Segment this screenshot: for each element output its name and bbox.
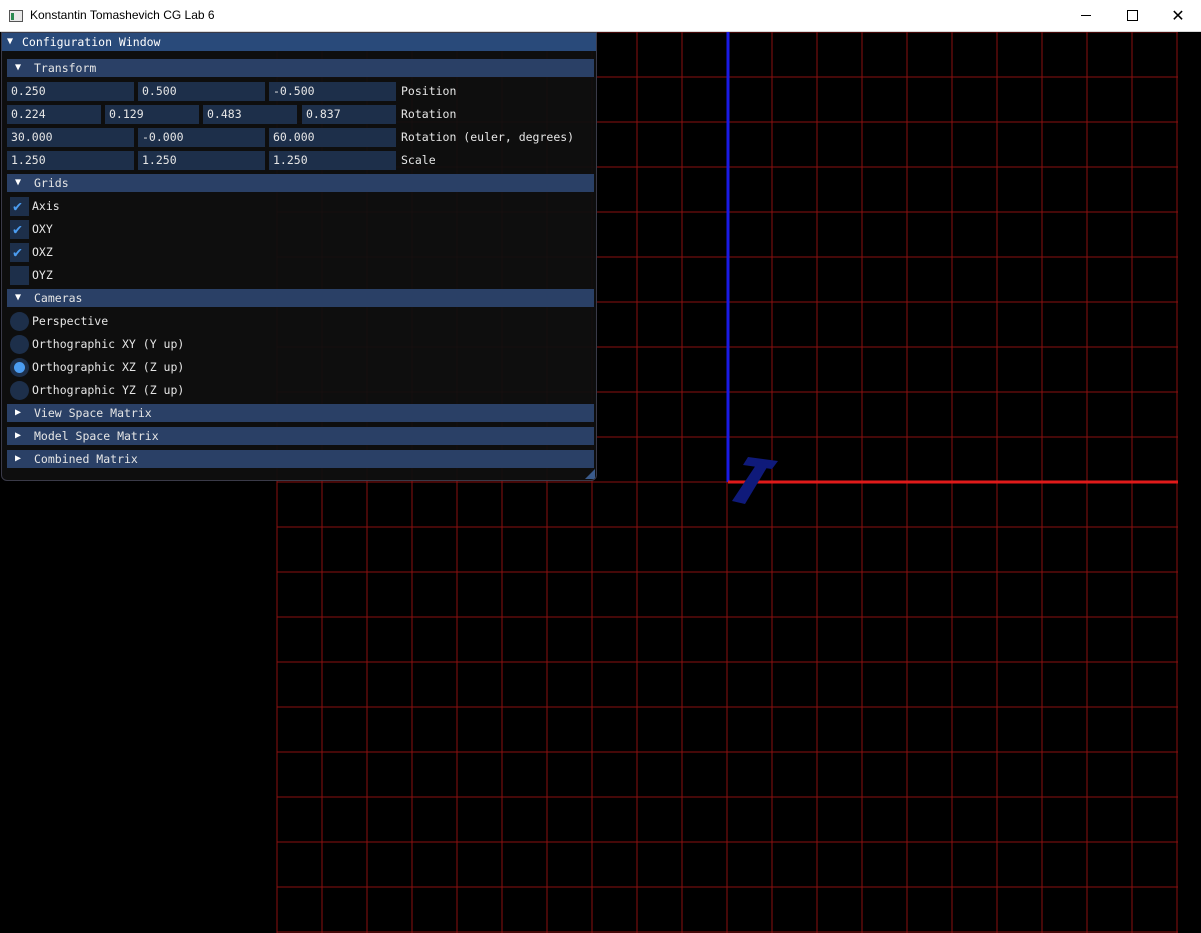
oxz-checkbox[interactable]: ✔ <box>10 243 29 262</box>
euler-x-field[interactable]: 30.000 <box>7 128 134 147</box>
grid-oxz-item[interactable]: ✔ OXZ <box>7 243 307 262</box>
axis-checkbox[interactable]: ✔ <box>10 197 29 216</box>
check-icon: ✔ <box>13 197 23 215</box>
euler-label: Rotation (euler, degrees) <box>401 130 575 144</box>
expanded-arrow-icon: ▼ <box>15 177 22 188</box>
model-space-matrix-header[interactable]: ▶ Model Space Matrix <box>7 427 594 445</box>
maximize-icon <box>1126 10 1138 21</box>
collapsed-arrow-icon: ▶ <box>15 430 22 441</box>
rotation-y-field[interactable]: 0.129 <box>105 105 199 124</box>
collapsed-arrow-icon: ▶ <box>15 407 22 418</box>
collapse-arrow-icon[interactable]: ▼ <box>7 37 13 47</box>
ortho-xy-radio[interactable] <box>10 335 29 354</box>
minimize-button[interactable] <box>1063 0 1109 31</box>
position-label: Position <box>401 84 457 98</box>
ortho-xz-radio[interactable] <box>10 358 29 377</box>
check-icon: ✔ <box>13 243 23 261</box>
cameras-header[interactable]: ▼ Cameras <box>7 289 594 307</box>
position-x-field[interactable]: 0.250 <box>7 82 134 101</box>
rotation-label: Rotation <box>401 107 457 121</box>
oyz-checkbox[interactable] <box>10 266 29 285</box>
camera-perspective-option[interactable]: Perspective <box>7 312 307 331</box>
euler-y-field[interactable]: -0.000 <box>138 128 265 147</box>
grids-header[interactable]: ▼ Grids <box>7 174 594 192</box>
perspective-radio[interactable] <box>10 312 29 331</box>
close-icon: ✕ <box>1171 5 1185 25</box>
grid-axis-item[interactable]: ✔ Axis <box>7 197 307 216</box>
camera-ortho-xy-option[interactable]: Orthographic XY (Y up) <box>7 335 307 354</box>
ortho-yz-radio[interactable] <box>10 381 29 400</box>
transform-header[interactable]: ▼ Transform <box>7 59 594 77</box>
resize-grip-icon[interactable] <box>585 469 595 479</box>
euler-z-field[interactable]: 60.000 <box>269 128 396 147</box>
grid-oyz-item[interactable]: OYZ <box>7 266 307 285</box>
app-window-icon <box>9 10 23 22</box>
position-z-field[interactable]: -0.500 <box>269 82 396 101</box>
rotation-z-field[interactable]: 0.483 <box>203 105 297 124</box>
configuration-window[interactable]: ▼ Configuration Window ▼ Transform 0.250… <box>1 32 597 481</box>
radio-selected-dot <box>14 362 25 373</box>
collapsed-arrow-icon: ▶ <box>15 453 22 464</box>
check-icon: ✔ <box>13 220 23 238</box>
camera-ortho-xz-option[interactable]: Orthographic XZ (Z up) <box>7 358 307 377</box>
position-y-field[interactable]: 0.500 <box>138 82 265 101</box>
oxy-checkbox[interactable]: ✔ <box>10 220 29 239</box>
configuration-window-titlebar[interactable]: ▼ Configuration Window <box>2 33 596 51</box>
grid-oxy-item[interactable]: ✔ OXY <box>7 220 307 239</box>
expanded-arrow-icon: ▼ <box>15 62 22 73</box>
camera-ortho-yz-option[interactable]: Orthographic YZ (Z up) <box>7 381 307 400</box>
configuration-window-title: Configuration Window <box>22 35 161 49</box>
minimize-icon <box>1081 15 1091 16</box>
window-titlebar[interactable]: Konstantin Tomashevich CG Lab 6 ✕ <box>0 0 1201 32</box>
view-space-matrix-header[interactable]: ▶ View Space Matrix <box>7 404 594 422</box>
rotation-x-field[interactable]: 0.224 <box>7 105 101 124</box>
close-button[interactable]: ✕ <box>1155 0 1201 31</box>
scale-y-field[interactable]: 1.250 <box>138 151 265 170</box>
maximize-button[interactable] <box>1109 0 1155 31</box>
window-title: Konstantin Tomashevich CG Lab 6 <box>30 8 215 22</box>
rotation-w-field[interactable]: 0.837 <box>302 105 396 124</box>
expanded-arrow-icon: ▼ <box>15 292 22 303</box>
scale-z-field[interactable]: 1.250 <box>269 151 396 170</box>
scale-label: Scale <box>401 153 436 167</box>
combined-matrix-header[interactable]: ▶ Combined Matrix <box>7 450 594 468</box>
scale-x-field[interactable]: 1.250 <box>7 151 134 170</box>
